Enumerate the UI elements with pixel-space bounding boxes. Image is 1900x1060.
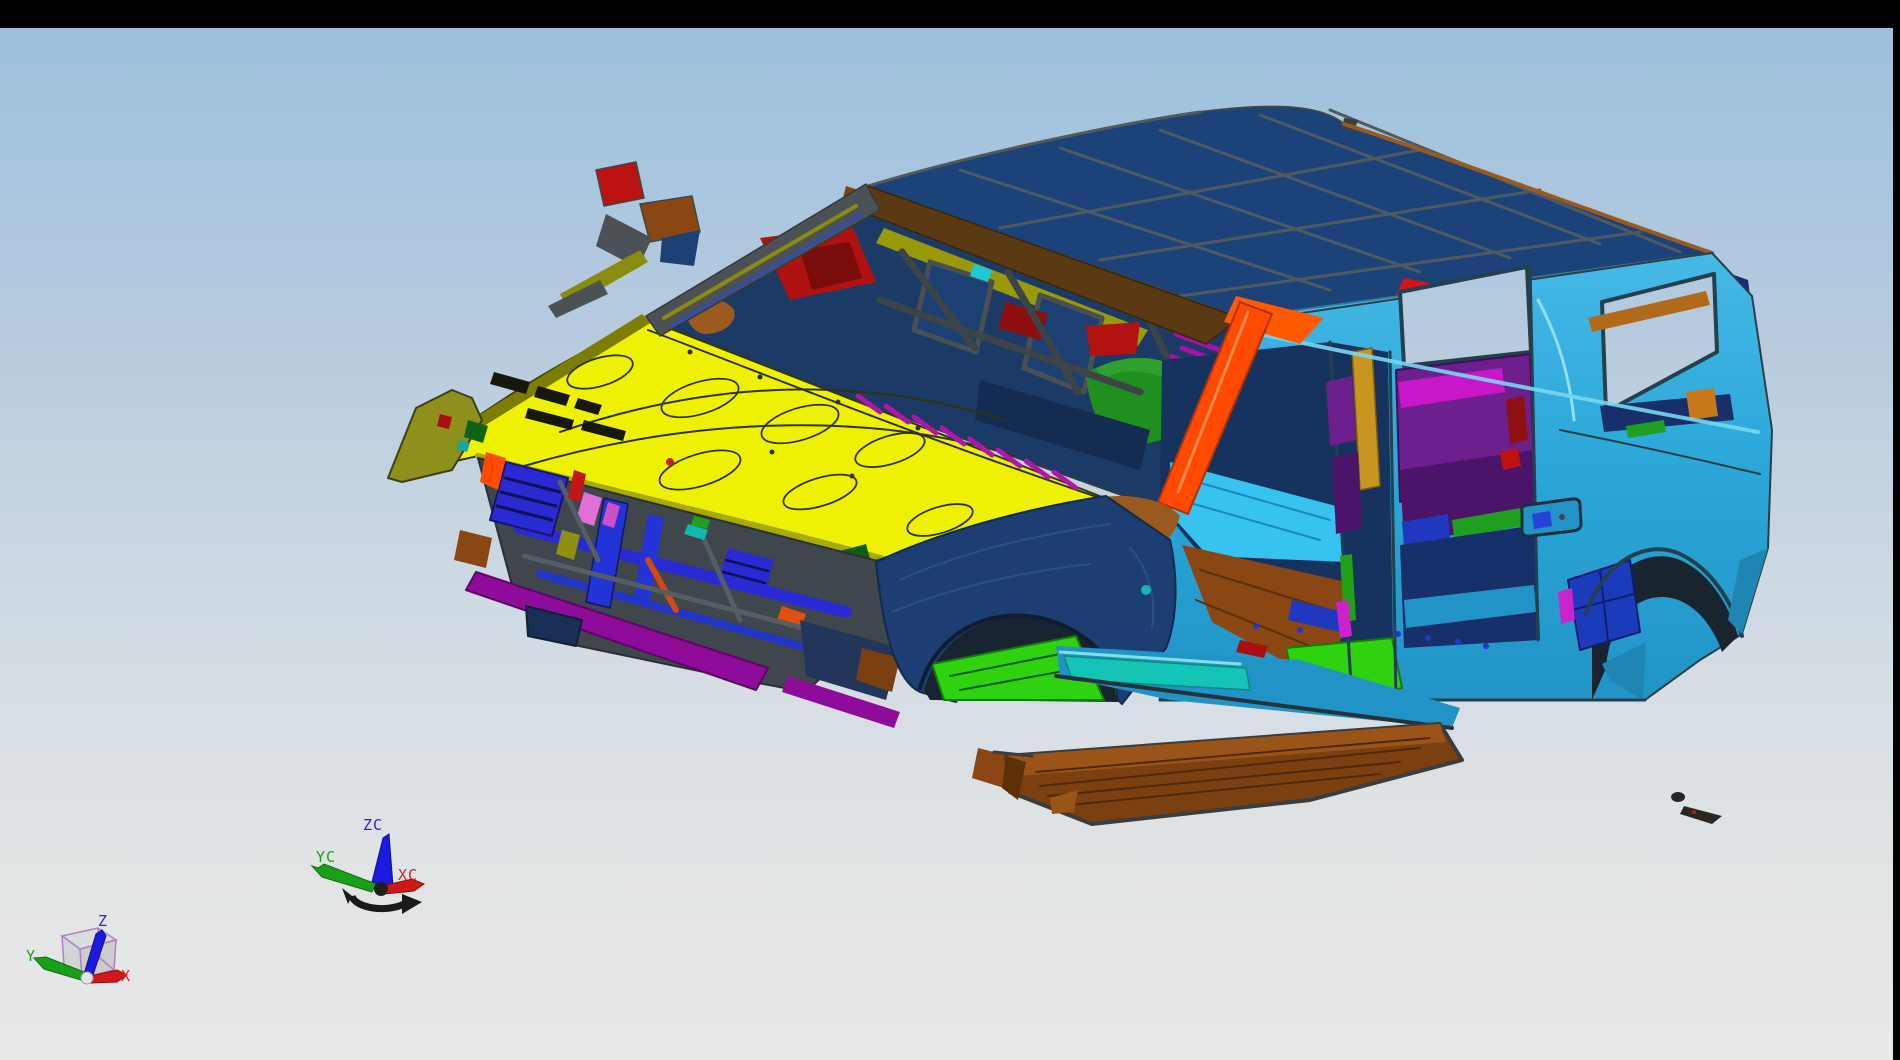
b-pillar-purple-lower[interactable] bbox=[1332, 452, 1362, 534]
hood-red-dot bbox=[666, 458, 674, 466]
debris-dot[interactable] bbox=[1671, 792, 1685, 802]
interior-red-patch[interactable] bbox=[1086, 322, 1140, 356]
abs-y-label[interactable]: Y bbox=[26, 947, 36, 965]
door-handle-blue-part[interactable] bbox=[1532, 511, 1552, 529]
door-handle-dot bbox=[1559, 514, 1565, 520]
fender-teal-dot bbox=[1141, 585, 1151, 595]
arch-magenta-sliver[interactable] bbox=[1558, 588, 1575, 624]
wcs-origin-knob[interactable] bbox=[374, 882, 388, 896]
rear-door-sill-navy[interactable] bbox=[1400, 525, 1540, 648]
wcs-z-label[interactable]: ZC bbox=[363, 816, 383, 834]
b-pillar-purple-upper[interactable] bbox=[1326, 376, 1356, 446]
quarter-orange-bracket[interactable] bbox=[1686, 388, 1718, 420]
graphics-viewport[interactable]: ZC YC XC Z Y X bbox=[0, 0, 1900, 1060]
fragment-red[interactable] bbox=[596, 162, 644, 206]
debris-red-dot bbox=[1692, 810, 1696, 814]
door-handle-recess[interactable] bbox=[1522, 499, 1581, 536]
abs-x-label[interactable]: X bbox=[121, 967, 131, 985]
wcs-y-label[interactable]: YC bbox=[316, 848, 336, 866]
wcs-x-label[interactable]: XC bbox=[398, 866, 418, 884]
abs-origin-ball[interactable] bbox=[81, 972, 93, 984]
abs-z-label[interactable]: Z bbox=[98, 912, 108, 930]
